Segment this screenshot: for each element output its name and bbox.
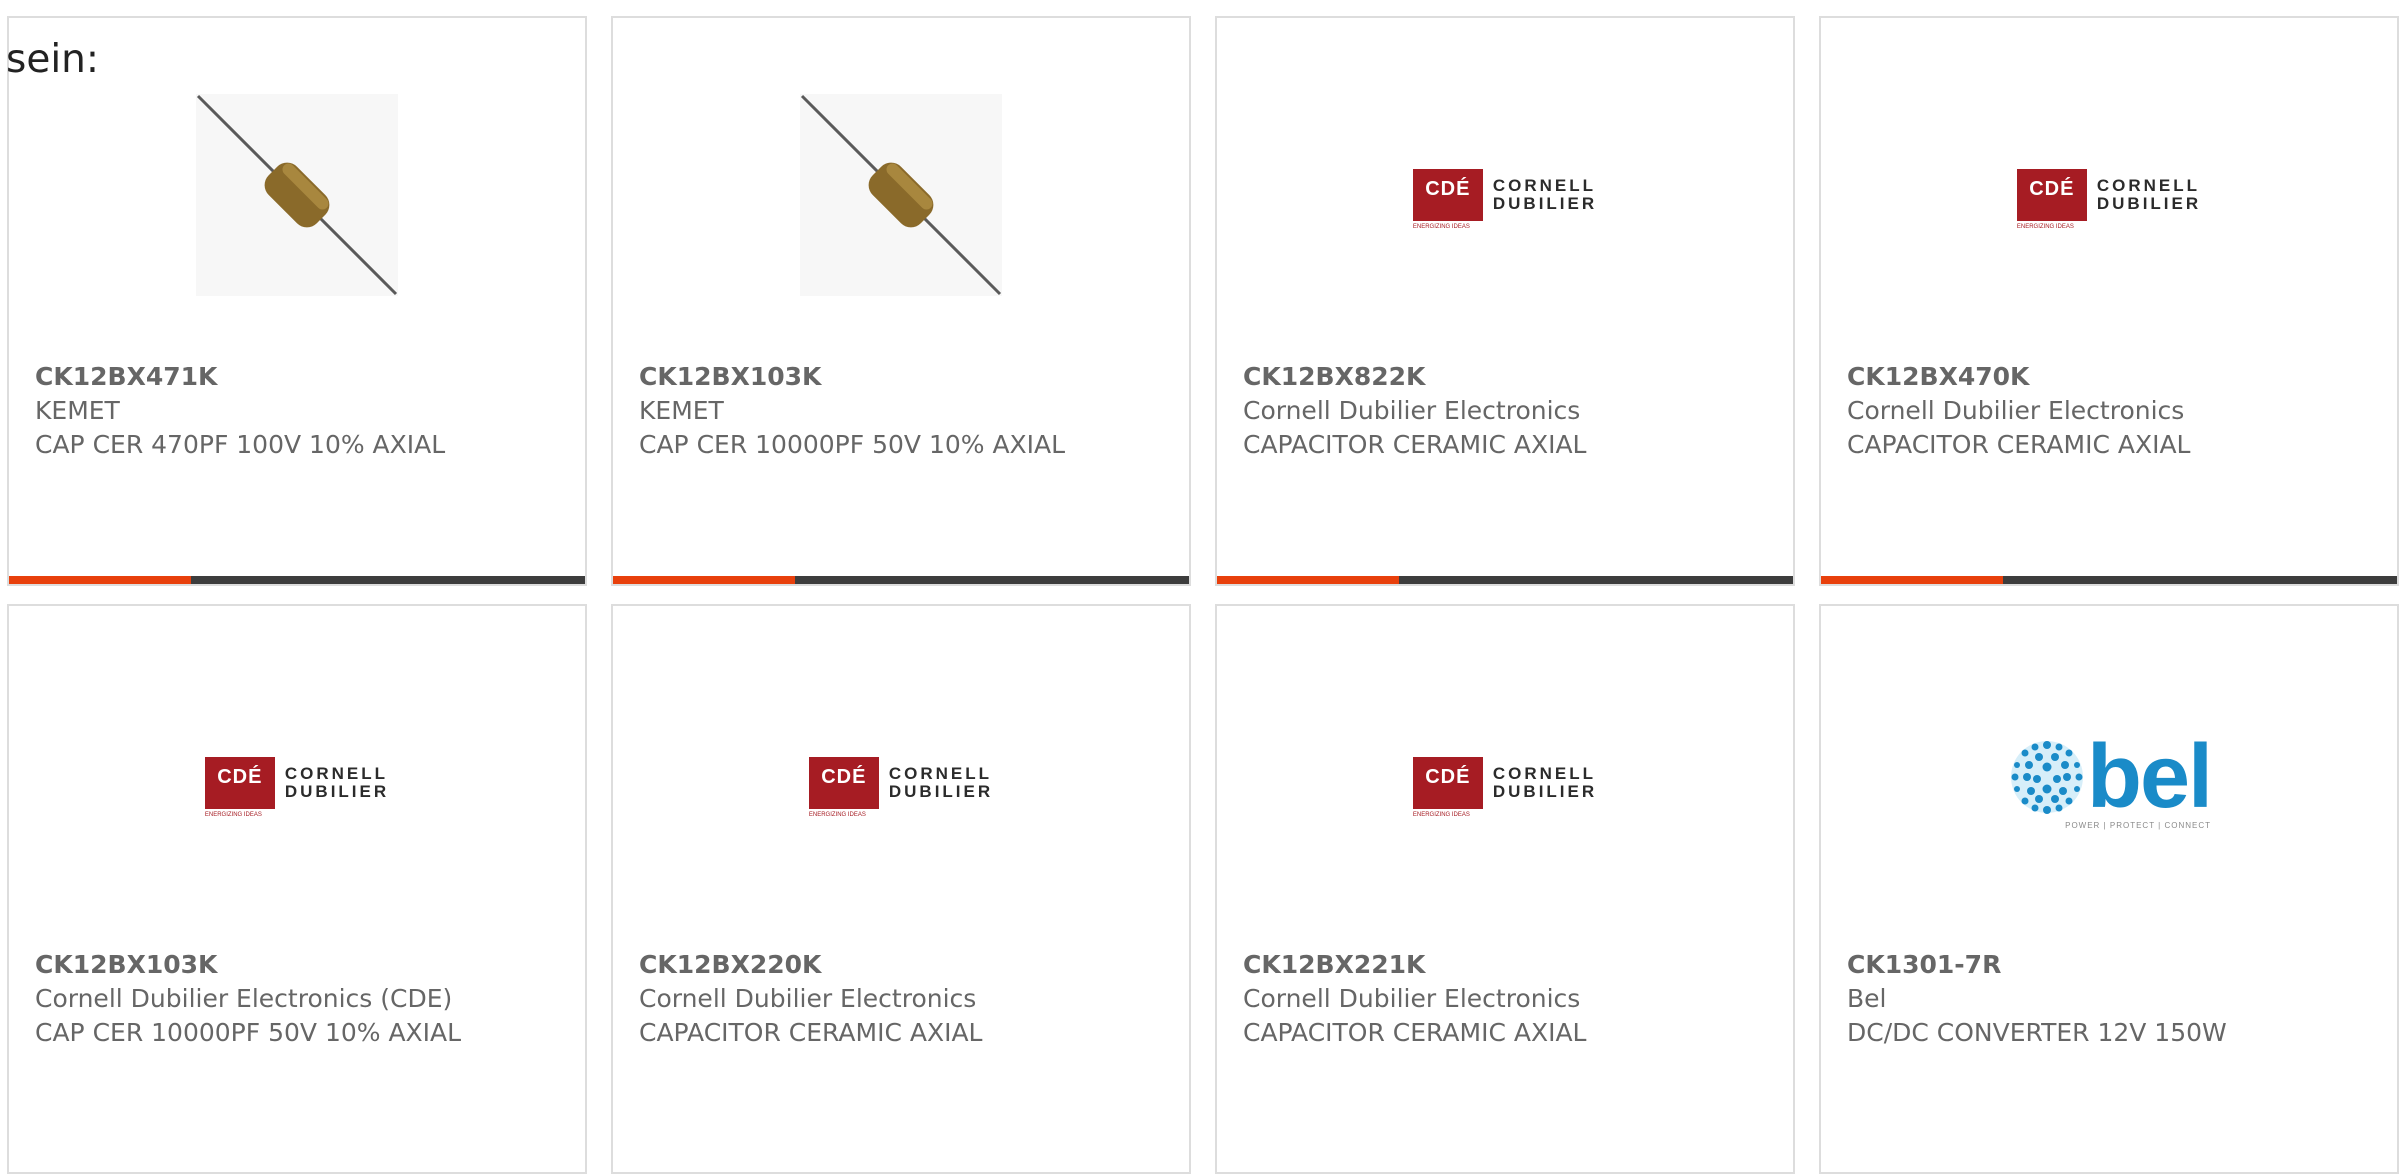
- cornell-dubilier-logo: CDÉ ENERGIZING IDEAS CORNELL DUBILIER: [204, 757, 389, 818]
- product-card[interactable]: CK12BX471K KEMET CAP CER 470PF 100V 10% …: [7, 16, 587, 586]
- product-grid: CK12BX471K KEMET CAP CER 470PF 100V 10% …: [7, 16, 2399, 1174]
- description: CAP CER 10000PF 50V 10% AXIAL: [35, 1018, 462, 1047]
- bel-logo: bel POWER | PROTECT | CONNECT: [2007, 732, 2213, 830]
- product-image[interactable]: bel POWER | PROTECT | CONNECT: [1821, 672, 2397, 894]
- manufacturer: KEMET: [639, 396, 724, 425]
- part-number[interactable]: CK1301-7R: [1847, 948, 2287, 982]
- manufacturer: Cornell Dubilier Electronics: [639, 984, 977, 1013]
- description: CAPACITOR CERAMIC AXIAL: [1847, 430, 2191, 459]
- product-card[interactable]: CDÉ ENERGIZING IDEAS CORNELL DUBILIER CK…: [611, 604, 1191, 1174]
- product-card[interactable]: CDÉ ENERGIZING IDEAS CORNELL DUBILIER CK…: [1819, 16, 2399, 586]
- product-image[interactable]: [613, 84, 1189, 306]
- product-image[interactable]: CDÉ ENERGIZING IDEAS CORNELL DUBILIER: [1217, 84, 1793, 306]
- description: CAPACITOR CERAMIC AXIAL: [639, 1018, 983, 1047]
- description: CAPACITOR CERAMIC AXIAL: [1243, 1018, 1587, 1047]
- product-card[interactable]: CK12BX103K KEMET CAP CER 10000PF 50V 10%…: [611, 16, 1191, 586]
- product-image[interactable]: [9, 84, 585, 306]
- description: CAPACITOR CERAMIC AXIAL: [1243, 430, 1587, 459]
- product-card[interactable]: CDÉ ENERGIZING IDEAS CORNELL DUBILIER CK…: [7, 604, 587, 1174]
- manufacturer: Cornell Dubilier Electronics: [1847, 396, 2185, 425]
- product-image[interactable]: CDÉ ENERGIZING IDEAS CORNELL DUBILIER: [9, 672, 585, 894]
- description: DC/DC CONVERTER 12V 150W: [1847, 1018, 2227, 1047]
- card-accent-bar: [1217, 576, 1793, 584]
- product-image[interactable]: CDÉ ENERGIZING IDEAS CORNELL DUBILIER: [1821, 84, 2397, 306]
- part-number[interactable]: CK12BX471K: [35, 360, 475, 394]
- description: CAP CER 470PF 100V 10% AXIAL: [35, 430, 446, 459]
- part-number[interactable]: CK12BX103K: [639, 360, 1079, 394]
- manufacturer: Cornell Dubilier Electronics: [1243, 984, 1581, 1013]
- product-card[interactable]: CDÉ ENERGIZING IDEAS CORNELL DUBILIER CK…: [1215, 604, 1795, 1174]
- cornell-dubilier-logo: CDÉ ENERGIZING IDEAS CORNELL DUBILIER: [808, 757, 993, 818]
- part-number[interactable]: CK12BX822K: [1243, 360, 1683, 394]
- cornell-dubilier-logo: CDÉ ENERGIZING IDEAS CORNELL DUBILIER: [2016, 169, 2201, 230]
- product-card[interactable]: bel POWER | PROTECT | CONNECT CK1301-7R …: [1819, 604, 2399, 1174]
- manufacturer: Cornell Dubilier Electronics (CDE): [35, 984, 453, 1013]
- part-number[interactable]: CK12BX220K: [639, 948, 1079, 982]
- product-card[interactable]: CDÉ ENERGIZING IDEAS CORNELL DUBILIER CK…: [1215, 16, 1795, 586]
- cornell-dubilier-logo: CDÉ ENERGIZING IDEAS CORNELL DUBILIER: [1412, 169, 1597, 230]
- cornell-dubilier-logo: CDÉ ENERGIZING IDEAS CORNELL DUBILIER: [1412, 757, 1597, 818]
- axial-capacitor-icon: [800, 94, 1002, 296]
- bel-globe-icon: [2010, 740, 2083, 814]
- part-number[interactable]: CK12BX221K: [1243, 948, 1683, 982]
- card-accent-bar: [9, 576, 585, 584]
- part-number[interactable]: CK12BX470K: [1847, 360, 2287, 394]
- manufacturer: KEMET: [35, 396, 120, 425]
- manufacturer: Cornell Dubilier Electronics: [1243, 396, 1581, 425]
- description: CAP CER 10000PF 50V 10% AXIAL: [639, 430, 1066, 459]
- product-image[interactable]: CDÉ ENERGIZING IDEAS CORNELL DUBILIER: [613, 672, 1189, 894]
- card-accent-bar: [1821, 576, 2397, 584]
- page-label: sein:: [6, 37, 100, 82]
- card-accent-bar: [613, 576, 1189, 584]
- part-number[interactable]: CK12BX103K: [35, 948, 475, 982]
- manufacturer: Bel: [1847, 984, 1887, 1013]
- axial-capacitor-icon: [196, 94, 398, 296]
- product-image[interactable]: CDÉ ENERGIZING IDEAS CORNELL DUBILIER: [1217, 672, 1793, 894]
